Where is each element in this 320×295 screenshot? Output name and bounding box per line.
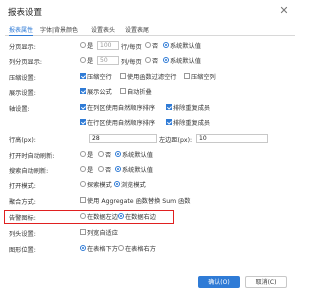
column-natural-sort-checkbox[interactable]: 在列区使用自然顺序排序 bbox=[80, 103, 155, 112]
axis-row-1: 轴设置: 在列区使用自然顺序排序 排除重复成员 bbox=[0, 102, 300, 114]
paging-row: 分页显示: 是 100 行/每页 否 系统默认值 bbox=[0, 40, 300, 52]
compress-empty-columns-checkbox[interactable]: 压缩空列 bbox=[184, 72, 216, 81]
column-exclude-duplicates-checkbox[interactable]: 排除重复成员 bbox=[166, 103, 210, 112]
compress-label: 压缩设置: bbox=[9, 75, 36, 82]
paging-yes-option[interactable]: 是 bbox=[80, 41, 93, 50]
tab-footer-settings[interactable]: 设置表尾 bbox=[125, 25, 149, 36]
radio-icon bbox=[98, 166, 104, 172]
highlight-box bbox=[4, 210, 174, 224]
chart-right-of-table-option[interactable]: 在表格右方 bbox=[118, 244, 156, 253]
tab-bar: 报表属性 字体|背景颜色 设置表头 设置表尾 bbox=[5, 24, 295, 36]
confirm-button[interactable]: 确认(O) bbox=[198, 276, 240, 288]
tab-font-background[interactable]: 字体|背景颜色 bbox=[40, 25, 78, 36]
column-header-label: 列头设置: bbox=[9, 231, 36, 238]
radio-selected-icon bbox=[115, 151, 121, 157]
radio-icon bbox=[145, 57, 151, 63]
column-paging-yes-option[interactable]: 是 bbox=[80, 56, 93, 65]
radio-icon bbox=[80, 57, 86, 63]
row-height-input[interactable]: 28 bbox=[89, 134, 157, 143]
compress-row: 压缩设置: 压缩空行 使用函数过滤空行 压缩空列 bbox=[0, 71, 300, 83]
search-refresh-row: 搜索自动刷新: 是 否 系统默认值 bbox=[0, 164, 300, 176]
checkbox-checked-icon bbox=[166, 104, 172, 110]
radio-selected-icon bbox=[115, 166, 121, 172]
row-exclude-duplicates-checkbox[interactable]: 排除重复成员 bbox=[166, 118, 210, 127]
column-paging-label: 列分页显示: bbox=[9, 59, 43, 66]
radio-icon bbox=[80, 166, 86, 172]
radio-selected-icon bbox=[114, 181, 120, 187]
auto-collapse-checkbox[interactable]: 自动折叠 bbox=[120, 87, 152, 96]
row-natural-sort-checkbox[interactable]: 在行区使用自然顺序排序 bbox=[80, 118, 155, 127]
axis-row-2: 在行区使用自然顺序排序 排除重复成员 bbox=[0, 117, 300, 129]
show-formula-checkbox[interactable]: 展示公式 bbox=[80, 87, 112, 96]
tab-report-properties[interactable]: 报表属性 bbox=[9, 25, 34, 36]
column-paging-row: 列分页显示: 是 50 列/每页 否 系统默认值 bbox=[0, 55, 300, 67]
checkbox-icon bbox=[80, 197, 86, 203]
paging-label: 分页显示: bbox=[9, 44, 36, 51]
close-icon[interactable]: ✕ bbox=[277, 4, 291, 18]
column-paging-no-option[interactable]: 否 bbox=[145, 56, 158, 65]
radio-icon bbox=[98, 151, 104, 157]
paging-no-option[interactable]: 否 bbox=[145, 41, 158, 50]
chart-position-row: 图形位置: 在表格下方 在表格右方 bbox=[0, 243, 300, 255]
checkbox-icon bbox=[80, 229, 86, 235]
display-label: 展示设置: bbox=[9, 90, 36, 97]
axis-label: 轴设置: bbox=[9, 106, 30, 113]
search-refresh-label: 搜索自动刷新: bbox=[9, 168, 49, 175]
dialog-titlebar: 报表设置 ✕ bbox=[0, 0, 300, 22]
column-paging-unit: 列/每页 bbox=[121, 59, 142, 66]
filter-empty-rows-checkbox[interactable]: 使用函数过滤空行 bbox=[120, 72, 177, 81]
auto-refresh-no-option[interactable]: 否 bbox=[98, 150, 111, 159]
left-margin-input[interactable]: 10 bbox=[196, 134, 268, 143]
compress-empty-rows-checkbox[interactable]: 压缩空行 bbox=[80, 72, 112, 81]
checkbox-icon bbox=[120, 73, 126, 79]
auto-column-width-checkbox[interactable]: 列宽自适应 bbox=[80, 228, 118, 237]
display-row: 展示设置: 展示公式 自动折叠 bbox=[0, 86, 300, 98]
radio-selected-icon bbox=[163, 42, 169, 48]
open-mode-row: 打开模式: 探索模式 浏览模式 bbox=[0, 179, 300, 191]
checkbox-checked-icon bbox=[80, 88, 86, 94]
aggregate-checkbox[interactable]: 使用 Aggregate 函数替换 Sum 函数 bbox=[80, 196, 191, 205]
paging-default-option[interactable]: 系统默认值 bbox=[163, 41, 201, 50]
chart-position-label: 图形位置: bbox=[9, 247, 36, 254]
column-paging-input[interactable]: 50 bbox=[97, 56, 119, 65]
radio-selected-icon bbox=[80, 245, 86, 251]
settings-form: 分页显示: 是 100 行/每页 否 系统默认值 列分页显示: 是 50 列/每… bbox=[0, 38, 300, 268]
row-height-label: 行高(px): bbox=[9, 137, 36, 144]
checkbox-icon bbox=[184, 73, 190, 79]
browse-mode-option[interactable]: 浏览模式 bbox=[114, 180, 146, 189]
search-refresh-no-option[interactable]: 否 bbox=[98, 165, 111, 174]
radio-selected-icon bbox=[163, 57, 169, 63]
checkbox-checked-icon bbox=[80, 73, 86, 79]
radio-icon bbox=[118, 245, 124, 251]
column-header-row: 列头设置: 列宽自适应 bbox=[0, 227, 300, 239]
paging-unit: 行/每页 bbox=[121, 44, 142, 51]
radio-icon bbox=[80, 151, 86, 157]
cancel-button[interactable]: 取消(C) bbox=[245, 276, 287, 288]
search-refresh-default-option[interactable]: 系统默认值 bbox=[115, 165, 153, 174]
checkbox-checked-icon bbox=[166, 119, 172, 125]
auto-refresh-default-option[interactable]: 系统默认值 bbox=[115, 150, 153, 159]
dialog-title: 报表设置 bbox=[8, 8, 43, 18]
column-paging-default-option[interactable]: 系统默认值 bbox=[163, 56, 201, 65]
search-refresh-yes-option[interactable]: 是 bbox=[80, 165, 93, 174]
aggregate-label: 聚合方式: bbox=[9, 199, 36, 206]
chart-below-table-option[interactable]: 在表格下方 bbox=[80, 244, 118, 253]
aggregate-row: 聚合方式: 使用 Aggregate 函数替换 Sum 函数 bbox=[0, 195, 300, 207]
explore-mode-option[interactable]: 探索模式 bbox=[80, 180, 112, 189]
radio-icon bbox=[80, 42, 86, 48]
paging-rows-input[interactable]: 100 bbox=[97, 41, 119, 50]
row-height-row: 行高(px): 28 左边距(px): 10 bbox=[0, 133, 300, 145]
auto-refresh-yes-option[interactable]: 是 bbox=[80, 150, 93, 159]
open-mode-label: 打开模式: bbox=[9, 183, 36, 190]
auto-refresh-label: 打开时自动刷新: bbox=[9, 153, 55, 160]
tab-header-settings[interactable]: 设置表头 bbox=[91, 25, 115, 36]
radio-icon bbox=[80, 181, 86, 187]
auto-refresh-row: 打开时自动刷新: 是 否 系统默认值 bbox=[0, 149, 300, 161]
left-margin-label: 左边距(px): bbox=[159, 137, 193, 144]
checkbox-checked-icon bbox=[80, 119, 86, 125]
radio-icon bbox=[145, 42, 151, 48]
checkbox-icon bbox=[120, 88, 126, 94]
checkbox-checked-icon bbox=[80, 104, 86, 110]
